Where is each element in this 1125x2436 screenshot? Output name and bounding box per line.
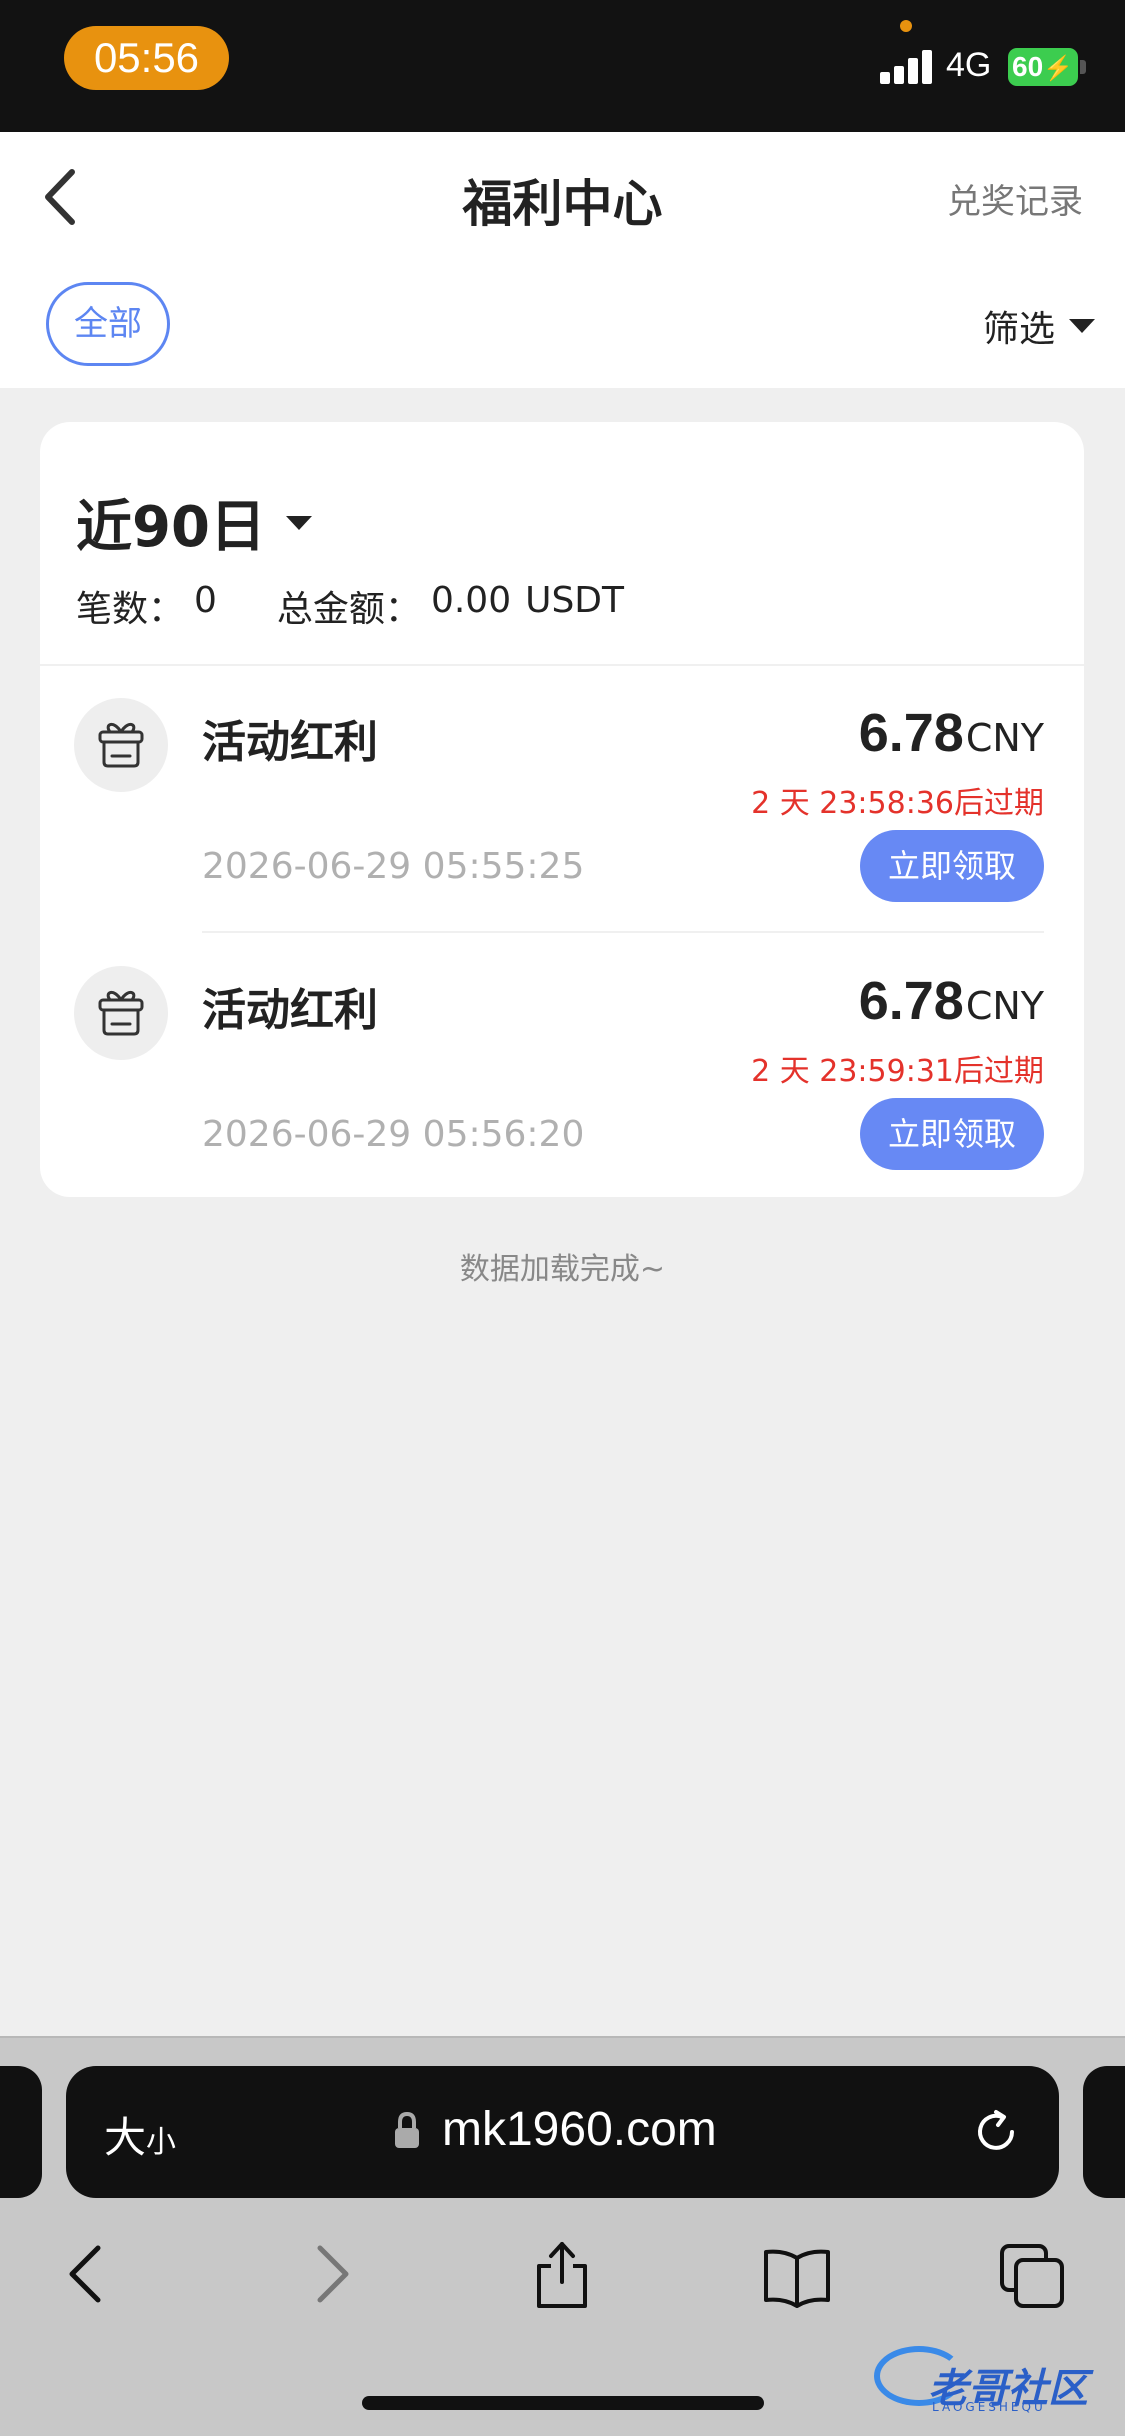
load-complete-text: 数据加载完成~ xyxy=(459,1252,666,1287)
divider xyxy=(202,931,1044,933)
cellular-signal-icon xyxy=(880,50,936,84)
text-size-big: 大 xyxy=(104,2113,147,2162)
address-bar[interactable]: 大小 mk1960.com xyxy=(66,2066,1059,2198)
caret-down-icon xyxy=(285,515,312,530)
gift-box-icon xyxy=(74,966,168,1060)
reload-icon[interactable] xyxy=(968,2104,1024,2160)
list-item: 活动红利 2026-06-29 05:55:25 6.78 CNY 2 天 23… xyxy=(40,666,1084,934)
amount-value: 6.78 xyxy=(858,971,964,1031)
count-label: 笔数： xyxy=(76,589,185,630)
item-amount: 6.78 CNY xyxy=(859,702,1044,764)
count-value: 0 xyxy=(194,580,217,621)
status-bar: 05:56 4G 60⚡ xyxy=(0,0,1125,132)
period-selector[interactable]: 近90日 xyxy=(76,482,312,563)
amount-value: 6.78 xyxy=(858,703,964,763)
battery-icon: 60⚡ xyxy=(1008,48,1078,86)
amount-currency: CNY xyxy=(965,984,1044,1028)
summary-row: 笔数： 0 总金额： 0.00 USDT xyxy=(76,580,624,632)
lock-icon xyxy=(395,2111,419,2148)
watermark-subtext: LAOGESHEQU xyxy=(932,2400,1046,2414)
item-title: 活动红利 xyxy=(202,717,378,768)
filter-chip-all[interactable]: 全部 xyxy=(46,282,170,366)
browser-forward-icon[interactable] xyxy=(296,2238,366,2310)
previous-tab-preview[interactable] xyxy=(0,2066,42,2198)
period-label: 近90日 xyxy=(76,495,266,560)
watermark-logo: 老哥社区 LAOGESHEQU xyxy=(870,2336,1110,2416)
total-label: 总金额： xyxy=(276,589,421,630)
gift-box-icon xyxy=(74,698,168,792)
tabs-icon[interactable] xyxy=(998,2238,1068,2310)
redeem-records-link[interactable]: 兑奖记录 xyxy=(947,174,1083,223)
nav-header: 福利中心 兑奖记录 全部 筛选 xyxy=(0,132,1125,388)
amount-currency: CNY xyxy=(965,716,1044,760)
item-amount: 6.78 CNY xyxy=(859,970,1044,1032)
filter-label: 筛选 xyxy=(982,309,1055,350)
bookmarks-icon[interactable] xyxy=(762,2238,832,2310)
list-item: 活动红利 2026-06-29 05:56:20 6.78 CNY 2 天 23… xyxy=(40,934,1084,1197)
claim-button[interactable]: 立即领取 xyxy=(860,830,1044,902)
bonus-list-card: 近90日 笔数： 0 总金额： 0.00 USDT 活动红利 2026-06-2… xyxy=(40,422,1084,1197)
privacy-indicator-dot xyxy=(900,20,912,32)
item-title: 活动红利 xyxy=(202,985,378,1036)
next-tab-preview[interactable] xyxy=(1083,2066,1125,2198)
expiry-countdown: 2 天 23:58:36后过期 xyxy=(751,786,1044,821)
url-text: mk1960.com xyxy=(442,2103,717,2156)
filter-dropdown[interactable]: 筛选 xyxy=(983,296,1095,356)
battery-tip xyxy=(1080,60,1086,74)
charging-bolt-icon: ⚡ xyxy=(1043,55,1074,82)
text-size-button[interactable]: 大小 xyxy=(104,2104,176,2165)
total-currency: USDT xyxy=(525,580,625,621)
item-date: 2026-06-29 05:55:25 xyxy=(202,846,585,887)
home-indicator xyxy=(362,2396,764,2410)
share-icon[interactable] xyxy=(527,2238,597,2310)
item-date: 2026-06-29 05:56:20 xyxy=(202,1114,585,1155)
text-size-small: 小 xyxy=(146,2125,177,2160)
caret-down-icon xyxy=(1069,319,1095,333)
battery-level: 60 xyxy=(1012,51,1044,82)
network-type: 4G xyxy=(946,46,992,84)
browser-back-icon[interactable] xyxy=(52,2238,122,2310)
status-time: 05:56 xyxy=(64,26,229,90)
claim-button[interactable]: 立即领取 xyxy=(860,1098,1044,1170)
total-value: 0.00 xyxy=(430,580,512,621)
expiry-countdown: 2 天 23:59:31后过期 xyxy=(751,1054,1044,1089)
